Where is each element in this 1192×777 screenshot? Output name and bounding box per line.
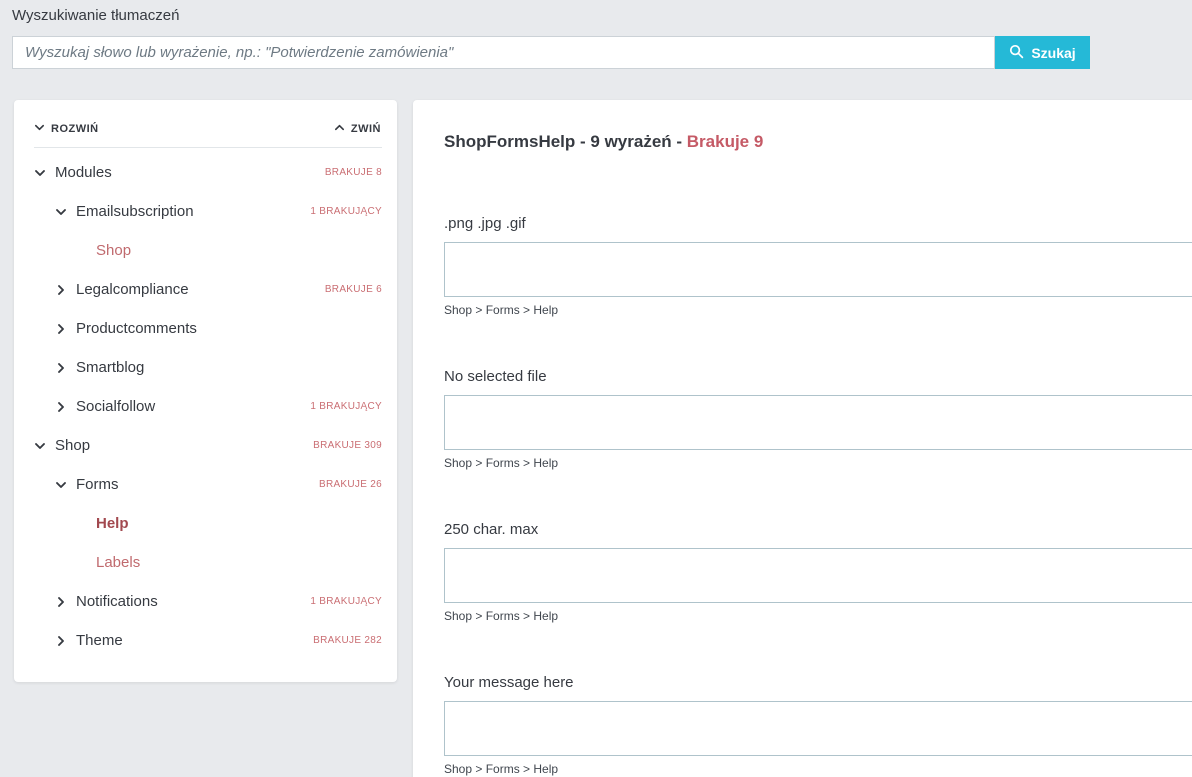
chevron-down-icon <box>55 479 69 491</box>
tree-item[interactable]: Theme BRAKUJE 282 <box>34 621 382 660</box>
translation-domain-panel: ShopFormsHelp - 9 wyrażeń - Brakuje 9 .p… <box>413 100 1192 777</box>
chevron-down-icon <box>34 440 48 452</box>
search-button-label: Szukaj <box>1031 44 1076 61</box>
search-icon <box>1009 44 1024 62</box>
tree-item[interactable]: Productcomments <box>34 309 382 348</box>
chevron-down-icon <box>34 122 45 136</box>
chevron-right-icon <box>55 401 69 413</box>
expand-all-label: ROZWIŃ <box>51 123 99 135</box>
tree-item-label: Socialfollow <box>76 398 156 415</box>
chevron-down-icon <box>34 167 48 179</box>
tree-item[interactable]: Help <box>34 504 382 543</box>
translation-field: 250 char. max Shop > Forms > Help <box>444 521 1192 623</box>
chevron-right-icon <box>55 596 69 608</box>
translation-source-label: .png .jpg .gif <box>444 215 526 232</box>
domain-title: ShopFormsHelp - 9 wyrażeń - Brakuje 9 <box>444 132 1192 152</box>
tree-item-label: Shop <box>55 437 91 454</box>
page-title: Wyszukiwanie tłumaczeń <box>12 7 180 24</box>
tree-item[interactable]: Modules BRAKUJE 8 <box>34 153 382 192</box>
tree-item-label: Help <box>96 515 129 532</box>
field-breadcrumb: Shop > Forms > Help <box>444 303 559 317</box>
content-area: ROZWIŃ ZWIŃ Modules BRAKUJE 8 Emailsubsc… <box>14 100 1192 777</box>
tree-divider <box>34 147 382 148</box>
collapse-all-button[interactable]: ZWIŃ <box>334 122 381 136</box>
chevron-right-icon <box>55 284 69 296</box>
translation-fields-list: .png .jpg .gif Shop > Forms > Help No se… <box>444 215 1192 776</box>
tree-item-label: Legalcompliance <box>76 281 189 298</box>
translations-tree-panel: ROZWIŃ ZWIŃ Modules BRAKUJE 8 Emailsubsc… <box>14 100 397 682</box>
missing-count-badge: BRAKUJE 6 <box>324 284 382 295</box>
field-breadcrumb: Shop > Forms > Help <box>444 762 559 776</box>
tree-item-label: Theme <box>76 632 123 649</box>
translation-source-label: Your message here <box>444 674 574 691</box>
chevron-right-icon <box>55 323 69 335</box>
domain-title-text: ShopFormsHelp - 9 wyrażeń - <box>444 132 687 151</box>
tree-item-label: Notifications <box>76 593 158 610</box>
translation-input[interactable] <box>444 395 1192 450</box>
domain-missing-count: Brakuje 9 <box>686 132 764 151</box>
search-input[interactable] <box>12 36 995 69</box>
tree-item[interactable]: Shop BRAKUJE 309 <box>34 426 382 465</box>
tree-item[interactable]: Socialfollow 1 BRAKUJĄCY <box>34 387 382 426</box>
tree-item-label: Shop <box>96 242 132 259</box>
tree-item[interactable]: Notifications 1 BRAKUJĄCY <box>34 582 382 621</box>
chevron-up-icon <box>334 122 345 136</box>
tree-item-label: Emailsubscription <box>76 203 194 220</box>
missing-count-badge: BRAKUJE 309 <box>313 440 382 451</box>
translation-input[interactable] <box>444 242 1192 297</box>
missing-count-badge: BRAKUJE 26 <box>318 479 382 490</box>
expand-all-button[interactable]: ROZWIŃ <box>34 122 99 136</box>
missing-count-badge: BRAKUJE 8 <box>324 167 382 178</box>
missing-count-badge: 1 BRAKUJĄCY <box>310 401 382 412</box>
translation-source-label: 250 char. max <box>444 521 539 538</box>
field-breadcrumb: Shop > Forms > Help <box>444 609 559 623</box>
missing-count-badge: BRAKUJE 282 <box>313 635 382 646</box>
tree-item[interactable]: Shop <box>34 231 382 270</box>
tree-toolbar: ROZWIŃ ZWIŃ <box>34 120 382 136</box>
search-button[interactable]: Szukaj <box>995 36 1090 69</box>
tree-item[interactable]: Smartblog <box>34 348 382 387</box>
tree-item[interactable]: Legalcompliance BRAKUJE 6 <box>34 270 382 309</box>
tree-item[interactable]: Labels <box>34 543 382 582</box>
tree-item[interactable]: Forms BRAKUJE 26 <box>34 465 382 504</box>
tree-item-label: Productcomments <box>76 320 197 337</box>
translation-input[interactable] <box>444 701 1192 756</box>
missing-count-badge: 1 BRAKUJĄCY <box>310 206 382 217</box>
search-bar: Szukaj <box>12 36 1090 69</box>
tree-item[interactable]: Emailsubscription 1 BRAKUJĄCY <box>34 192 382 231</box>
page-header: Wyszukiwanie tłumaczeń Szukaj <box>0 0 1192 69</box>
tree-item-label: Labels <box>96 554 141 571</box>
chevron-right-icon <box>55 362 69 374</box>
missing-count-badge: 1 BRAKUJĄCY <box>310 596 382 607</box>
translation-source-label: No selected file <box>444 368 547 385</box>
translations-tree: Modules BRAKUJE 8 Emailsubscription 1 BR… <box>34 153 382 660</box>
translation-field: Your message here Shop > Forms > Help <box>444 674 1192 776</box>
tree-item-label: Modules <box>55 164 112 181</box>
translation-input[interactable] <box>444 548 1192 603</box>
chevron-right-icon <box>55 635 69 647</box>
chevron-down-icon <box>55 206 69 218</box>
translation-field: .png .jpg .gif Shop > Forms > Help <box>444 215 1192 317</box>
tree-item-label: Forms <box>76 476 119 493</box>
translation-field: No selected file Shop > Forms > Help <box>444 368 1192 470</box>
field-breadcrumb: Shop > Forms > Help <box>444 456 559 470</box>
tree-item-label: Smartblog <box>76 359 145 376</box>
collapse-all-label: ZWIŃ <box>350 123 381 135</box>
